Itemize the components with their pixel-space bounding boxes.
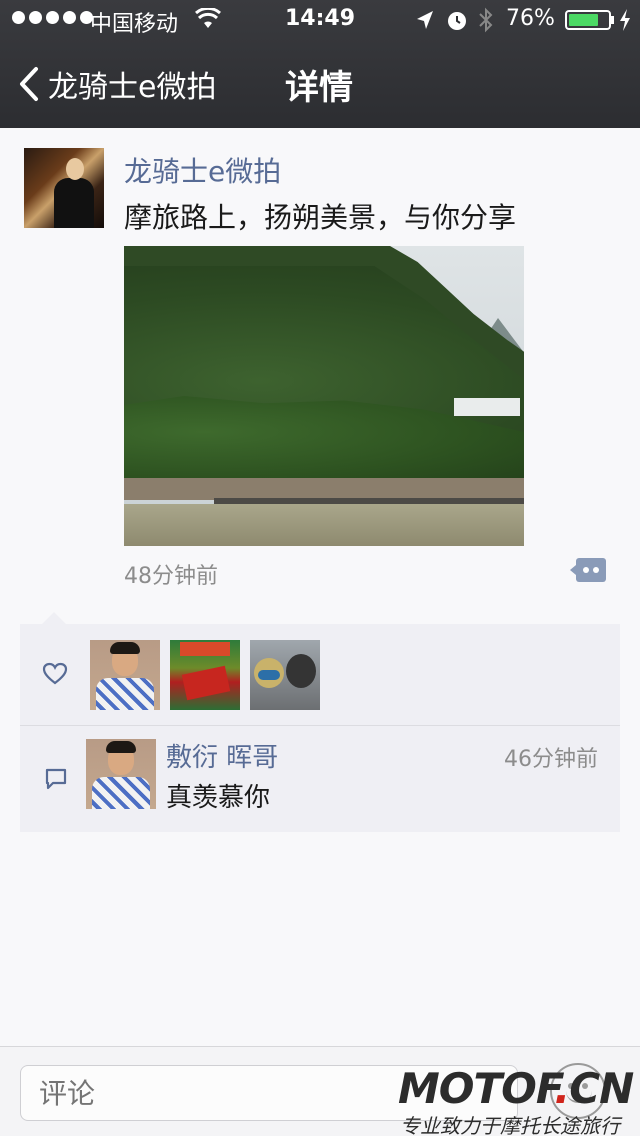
comment-input[interactable] [20,1065,518,1121]
location-arrow-icon [417,11,433,29]
top-bar: 中国移动 14:49 76% 龙骑士e微拍 详情 [0,0,640,128]
smiley-icon [568,1083,574,1089]
author-name[interactable]: 龙骑士e微拍 [124,150,281,190]
comment-timestamp: 46分钟前 [504,747,598,772]
emoji-button[interactable] [550,1063,606,1119]
navigation-bar: 龙骑士e微拍 详情 [0,40,640,128]
comment-menu-icon[interactable] [570,556,606,584]
post-timestamp: 48分钟前 [124,564,218,589]
commenter-avatar[interactable] [86,739,156,809]
commenter-name[interactable]: 敷衍 晖哥 [166,737,278,774]
chevron-left-icon [20,67,38,101]
liker-avatar[interactable] [90,640,160,710]
liker-avatar[interactable] [250,640,320,710]
panel-notch [42,612,66,624]
author-avatar[interactable] [24,148,104,228]
alarm-icon [448,12,466,30]
back-button[interactable]: 龙骑士e微拍 [18,62,216,106]
likes-row [20,624,620,726]
comment-text: 真羡慕你 [166,783,271,813]
back-label: 龙骑士e微拍 [48,70,217,105]
post-photo[interactable] [124,246,524,546]
comment-item[interactable]: 敷衍 晖哥 46分钟前 真羡慕你 [20,727,620,832]
bluetooth-icon [479,7,493,33]
battery-percent: 76% [506,6,555,31]
comment-bubble-icon [45,768,67,790]
charging-icon [620,9,630,31]
status-bar: 中国移动 14:49 76% [0,0,640,40]
battery-icon [565,10,611,30]
comment-input-bar [0,1046,640,1136]
heart-icon [42,662,68,685]
page-title: 详情 [285,68,353,108]
post-text: 摩旅路上，扬朔美景，与你分享 [124,201,517,234]
interaction-panel: 敷衍 晖哥 46分钟前 真羡慕你 [20,624,620,832]
liker-avatar[interactable] [170,640,240,710]
